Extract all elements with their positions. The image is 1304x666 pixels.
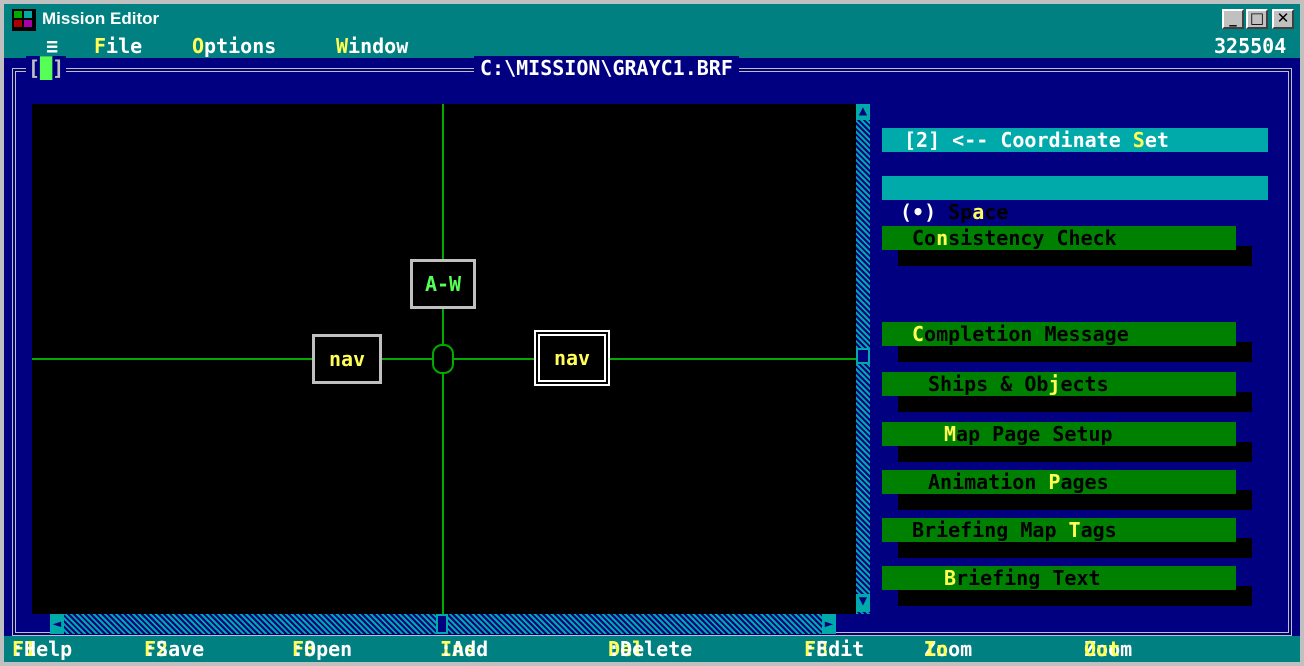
ships-objects-button[interactable]: Ships & Objects <box>882 372 1236 396</box>
menu-file[interactable]: File <box>94 34 142 58</box>
map-canvas[interactable]: A-W nav nav <box>32 104 856 614</box>
coordinate-mode-bar: (•) Space ( ) Surface <box>882 176 1268 248</box>
briefing-text-button[interactable]: Briefing Text <box>882 566 1236 590</box>
mission-editor-window: Mission Editor _ □ ✕ ≡ File Options Wind… <box>0 0 1304 666</box>
memory-indicator: 325504 <box>1214 34 1287 58</box>
vertical-scroll-thumb[interactable] <box>856 348 870 364</box>
system-menu-icon[interactable]: ≡ <box>46 34 58 58</box>
dos-screen: ≡ File Options Window 325504 [█] C:\MISS… <box>4 34 1300 662</box>
map-page-setup-button[interactable]: Map Page Setup <box>882 422 1236 446</box>
menu-options[interactable]: Options <box>192 34 276 58</box>
maximize-button[interactable]: □ <box>1246 9 1268 29</box>
consistency-check-button[interactable]: Consistency Check <box>882 226 1236 250</box>
app-icon[interactable] <box>12 9 36 31</box>
menu-window[interactable]: Window <box>336 34 408 58</box>
close-button[interactable]: ✕ <box>1272 9 1294 29</box>
frame-close-control[interactable]: [█] <box>26 56 67 80</box>
file-path-title: C:\MISSION\GRAYC1.BRF <box>474 56 739 80</box>
completion-message-button[interactable]: Completion Message <box>882 322 1236 346</box>
scroll-down-arrow-icon[interactable]: ▼ <box>856 594 870 612</box>
waypoint-a-w[interactable]: A-W <box>410 259 476 309</box>
waypoint-nav[interactable]: nav <box>312 334 382 384</box>
close-box-icon[interactable]: █ <box>40 56 52 80</box>
radio-space[interactable]: (•) Space <box>900 200 1008 224</box>
horizontal-scroll-thumb[interactable] <box>436 614 448 634</box>
menu-bar: ≡ File Options Window 325504 <box>4 34 1300 58</box>
briefing-map-tags-button[interactable]: Briefing Map Tags <box>882 518 1236 542</box>
title-bar[interactable]: Mission Editor _ □ ✕ <box>4 4 1300 34</box>
coordinate-set-bar[interactable]: [2] <-- Coordinate Set <box>882 128 1268 152</box>
scroll-up-arrow-icon[interactable]: ▲ <box>856 104 870 120</box>
animation-pages-button[interactable]: Animation Pages <box>882 470 1236 494</box>
origin-marker-icon[interactable] <box>432 344 454 374</box>
scroll-right-arrow-icon[interactable]: ► <box>822 614 836 634</box>
window-title: Mission Editor <box>42 9 160 28</box>
minimize-button[interactable]: _ <box>1222 9 1244 29</box>
scroll-left-arrow-icon[interactable]: ◄ <box>50 614 64 634</box>
status-bar: F1:Help F2:Save F3:Open Ins:Add Del:Dele… <box>4 636 1300 662</box>
waypoint-nav-selected[interactable]: nav <box>534 330 610 386</box>
